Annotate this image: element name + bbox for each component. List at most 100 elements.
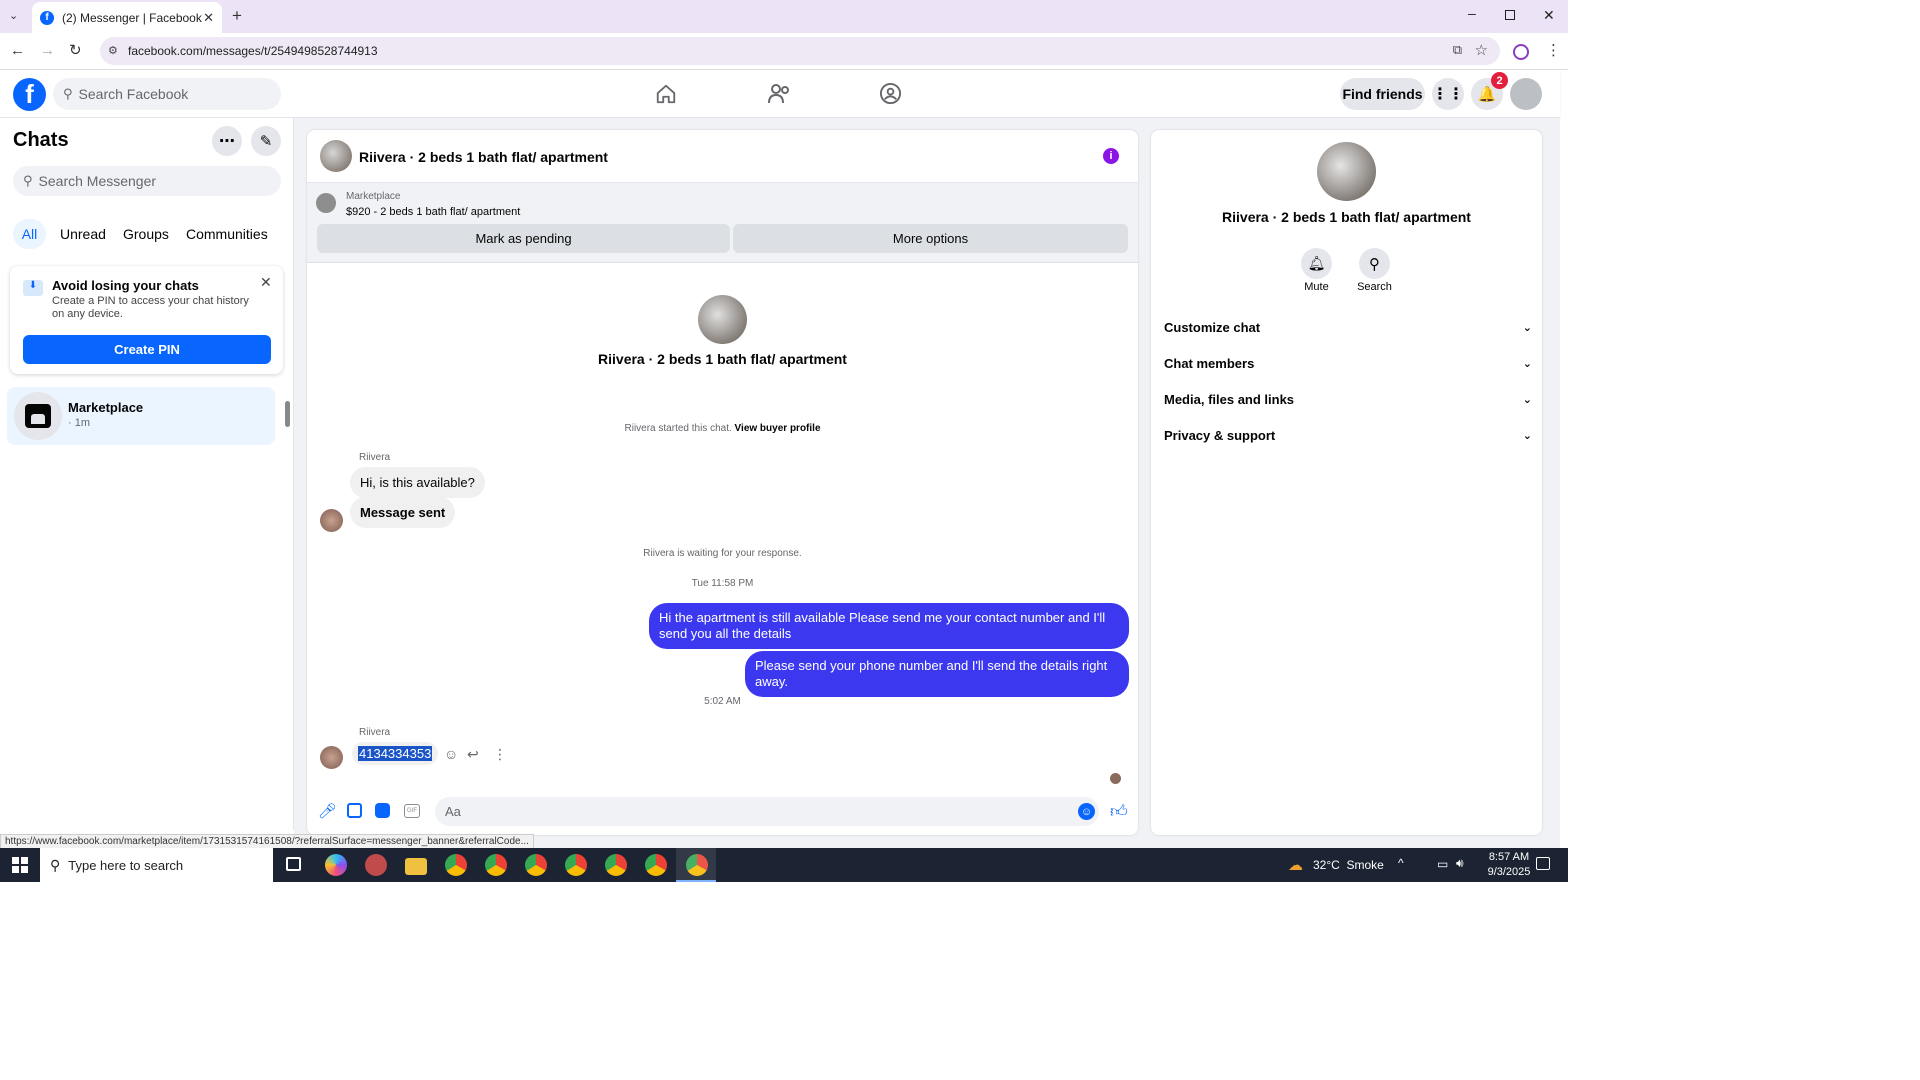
facebook-search-input[interactable]: ⚲ Search Facebook	[53, 78, 281, 110]
chrome-icon[interactable]	[645, 854, 667, 876]
taskbar-search-input[interactable]: ⚲ Type here to search	[40, 848, 273, 882]
site-info-icon[interactable]: ⚙	[108, 44, 118, 57]
filter-all-label: All	[21, 226, 38, 242]
chrome-icon[interactable]	[485, 854, 507, 876]
gif-icon[interactable]: GIF	[404, 804, 420, 818]
search-conversation-icon[interactable]: ⚲	[1359, 248, 1390, 279]
chrome-icon[interactable]	[565, 854, 587, 876]
sidebar-scrollbar[interactable]	[285, 401, 290, 427]
chrome-icon[interactable]	[445, 854, 467, 876]
conversation-panel: Riivera · 2 beds 1 bath flat/ apartment …	[307, 130, 1138, 835]
filter-all[interactable]: All	[13, 219, 46, 249]
new-message-icon[interactable]: ✎	[251, 126, 281, 156]
sender-label: Riivera	[359, 727, 391, 738]
active-app-indicator	[676, 848, 716, 882]
react-icon[interactable]: ☺	[444, 746, 458, 762]
account-avatar[interactable]	[1510, 78, 1542, 110]
conversation-title[interactable]: Riivera · 2 beds 1 bath flat/ apartment	[359, 149, 608, 165]
chat-time: · 1m	[68, 417, 90, 429]
incoming-message-selected[interactable]: 4134334353	[352, 742, 439, 765]
messenger-search-input[interactable]: ⚲ Search Messenger	[13, 166, 281, 196]
reload-icon[interactable]: ↻	[69, 41, 82, 59]
media-files-label: Media, files and links	[1164, 392, 1295, 407]
create-pin-button[interactable]: Create PIN	[23, 335, 271, 364]
friends-icon[interactable]	[767, 83, 791, 105]
restore-icon[interactable]	[1505, 10, 1515, 20]
chrome-icon[interactable]	[525, 854, 547, 876]
filter-groups[interactable]: Groups	[123, 226, 169, 242]
tab-close-icon[interactable]: ✕	[203, 10, 214, 26]
file-explorer-icon[interactable]	[405, 858, 427, 875]
chat-options-icon[interactable]: ⋯	[212, 126, 242, 156]
new-tab-icon[interactable]: +	[232, 6, 242, 26]
marketplace-avatar	[14, 392, 62, 440]
network-icon[interactable]: ▭	[1437, 857, 1448, 871]
copilot-icon[interactable]	[325, 854, 347, 876]
menu-grid-icon[interactable]: ⋮⋮	[1432, 78, 1464, 110]
windows-start-icon[interactable]	[12, 857, 28, 873]
notification-count: 2	[1496, 74, 1503, 87]
bookmark-star-icon[interactable]: ☆	[1475, 41, 1488, 59]
chevron-down-icon: ⌄	[1522, 394, 1532, 406]
app-icon[interactable]	[365, 854, 387, 876]
media-files-links-row[interactable]: Media, files and links ⌄	[1164, 392, 1532, 407]
home-icon[interactable]	[655, 83, 677, 105]
back-icon[interactable]: ←	[10, 42, 25, 59]
install-app-icon[interactable]: ⧉	[1453, 42, 1462, 58]
info-icon[interactable]: i	[1103, 148, 1119, 164]
banner-listing[interactable]: $920 - 2 beds 1 bath flat/ apartment	[346, 206, 520, 218]
pin-card-body: Create a PIN to access your chat history…	[52, 295, 249, 320]
tray-chevron-icon[interactable]: ^	[1398, 856, 1404, 870]
browser-tab[interactable]: f (2) Messenger | Facebook ✕	[32, 2, 222, 33]
privacy-support-row[interactable]: Privacy & support ⌄	[1164, 428, 1532, 443]
details-name: Riivera · 2 beds 1 bath flat/ apartment	[1222, 209, 1471, 225]
outgoing-message[interactable]: Please send your phone number and I'll s…	[745, 651, 1129, 697]
window-close-icon[interactable]: ✕	[1543, 7, 1555, 24]
pin-card-close-icon[interactable]: ✕	[260, 274, 272, 291]
weather-icon[interactable]: ☁	[1288, 856, 1303, 874]
chat-list-item[interactable]: Marketplace · 1m	[7, 387, 275, 445]
mark-pending-label: Mark as pending	[475, 231, 572, 246]
more-actions-icon[interactable]: ⋮	[493, 746, 507, 763]
filter-unread[interactable]: Unread	[60, 226, 106, 242]
chat-members-row[interactable]: Chat members ⌄	[1164, 356, 1532, 371]
thumbs-up-icon[interactable]: 👍︎	[1110, 801, 1128, 822]
message-composer-input[interactable]: Aa	[435, 797, 1099, 826]
filter-communities[interactable]: Communities	[186, 226, 268, 242]
task-view-icon[interactable]	[286, 857, 301, 871]
banner-listing-thumbnail[interactable]	[316, 193, 336, 213]
mark-as-pending-button[interactable]: Mark as pending	[317, 224, 730, 253]
clock-time[interactable]: 8:57 AM	[1482, 851, 1536, 863]
attach-image-icon[interactable]	[347, 803, 362, 818]
clock-date[interactable]: 9/3/2025	[1482, 866, 1536, 878]
volume-icon[interactable]: 🔊︎	[1456, 856, 1464, 871]
forward-icon[interactable]: →	[40, 42, 55, 59]
sender-label: Riivera	[359, 452, 391, 463]
customize-chat-row[interactable]: Customize chat ⌄	[1164, 320, 1532, 335]
minimize-icon[interactable]: –	[1468, 5, 1476, 21]
url-field[interactable]: ⚙ facebook.com/messages/t/25494985287449…	[100, 37, 1500, 65]
facebook-logo-icon[interactable]: f	[13, 78, 46, 111]
notification-center-icon[interactable]	[1536, 857, 1550, 870]
details-avatar[interactable]	[1317, 142, 1376, 201]
browser-menu-icon[interactable]: ⋮	[1546, 41, 1561, 59]
more-options-button[interactable]: More options	[733, 224, 1128, 253]
profile-icon[interactable]	[1513, 44, 1529, 60]
tab-list-chevron-icon[interactable]: ⌄	[9, 9, 23, 23]
sticker-icon[interactable]	[375, 803, 390, 818]
outgoing-message[interactable]: Hi the apartment is still available Plea…	[649, 603, 1129, 649]
mute-bell-icon[interactable]: 🔔︎	[1301, 248, 1332, 279]
reply-icon[interactable]: ↩	[467, 746, 479, 763]
status-bar-url: https://www.facebook.com/marketplace/ite…	[0, 834, 534, 849]
phone-number-text[interactable]: 4134334353	[358, 746, 433, 761]
microphone-icon[interactable]: 🎤︎	[318, 802, 337, 820]
listing-avatar[interactable]	[320, 140, 352, 172]
emoji-icon[interactable]: ☺	[1078, 803, 1095, 820]
groups-icon[interactable]	[879, 82, 902, 105]
chrome-icon[interactable]	[605, 854, 627, 876]
view-buyer-profile-link[interactable]: View buyer profile	[735, 423, 821, 434]
incoming-message[interactable]: Message sent	[350, 497, 456, 528]
incoming-message[interactable]: Hi, is this available?	[350, 467, 485, 498]
find-friends-button[interactable]: Find friends	[1340, 78, 1425, 110]
weather-text[interactable]: 32°C Smoke	[1313, 858, 1384, 872]
